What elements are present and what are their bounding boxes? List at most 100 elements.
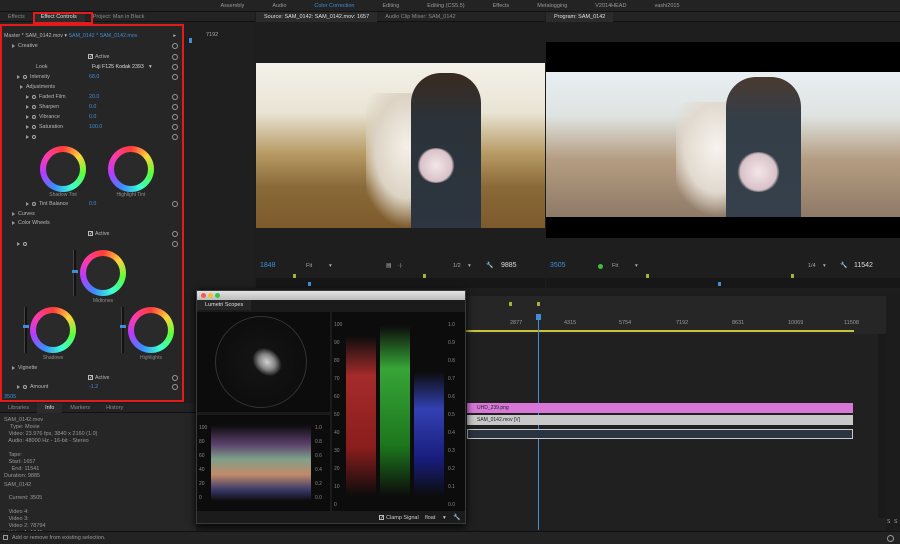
ruler-label: 8631	[732, 320, 745, 326]
tab-history[interactable]: History	[98, 403, 131, 413]
marker-icon	[537, 302, 540, 306]
clip-label: UHD_239.png	[477, 405, 509, 411]
program-fit-select[interactable]: Fit	[612, 263, 618, 269]
source-scrub-bar[interactable]	[256, 274, 545, 288]
ruler-label: 2877	[510, 320, 523, 326]
bouquet	[736, 152, 781, 192]
source-video-frame[interactable]	[256, 63, 545, 228]
ruler-label: 5754	[619, 320, 632, 326]
workspace-assembly[interactable]: Assembly	[206, 3, 258, 9]
program-video-frame[interactable]	[546, 42, 900, 238]
meter-label: S	[894, 519, 898, 525]
tab-markers[interactable]: Markers	[62, 403, 98, 413]
workspace-effects[interactable]: Effects	[479, 3, 524, 9]
program-duration: 11542	[854, 262, 873, 269]
status-bar: Add or remove from existing selection.	[0, 531, 900, 544]
audio-meter: S S	[886, 296, 900, 530]
workspace-editing[interactable]: Editing	[368, 3, 413, 9]
program-monitor: 3505 Fit ▾ 1/4 ▾ 🔧 11542	[546, 22, 900, 290]
wrench-icon[interactable]: 🔧	[453, 514, 460, 521]
info-sequence-name: SAM_0142	[4, 482, 32, 488]
info-clip-name: SAM_0142.mov	[4, 417, 44, 423]
insert-icon[interactable]: ·|·	[398, 263, 403, 269]
ruler-label: 11508	[844, 320, 859, 326]
workspace-v2014head[interactable]: V2014HEAD	[581, 3, 640, 9]
wrench-icon[interactable]: 🔧	[840, 262, 847, 269]
tab-program[interactable]: Program: SAM_0142	[546, 11, 614, 22]
marker-icon	[293, 274, 296, 278]
clamp-signal-label: Clamp Signal	[386, 515, 419, 521]
clip-label: SAM_0142.mov [V]	[477, 417, 521, 423]
workspace-vashi2015[interactable]: vashi2015	[640, 3, 693, 9]
tab-project[interactable]: Project: Man in Black	[85, 12, 153, 22]
highlight-box-tab	[33, 12, 93, 24]
highlight-box-panel	[0, 24, 184, 402]
timeline-scrollbar[interactable]	[878, 334, 886, 518]
tab-effects[interactable]: Effects	[0, 12, 33, 22]
dropdown-icon[interactable]: ▾	[443, 515, 446, 521]
ruler-label: 7192	[676, 320, 689, 326]
marker-icon	[646, 274, 649, 278]
dropdown-icon[interactable]: ▾	[635, 263, 638, 269]
work-area-bar[interactable]	[466, 330, 854, 332]
workspace-editing-cs5-5-[interactable]: Editing (CS5.5)	[413, 3, 478, 9]
tab-source[interactable]: Source: SAM_0142: SAM_0142.mov: 1657	[256, 11, 378, 22]
waveform-left-ticks: 100 80 60 40 20 0	[199, 425, 208, 501]
meter-label: S	[887, 519, 891, 525]
waveform-right-ticks: 1.0 0.8 0.6 0.4 0.2 0.0	[315, 425, 322, 501]
program-timecode[interactable]: 3505	[550, 262, 566, 269]
workspace-bar: Assembly Audio Color Correction Editing Edit…	[0, 0, 900, 12]
dropdown-icon[interactable]: ▾	[468, 263, 471, 269]
program-scrub-bar[interactable]	[546, 274, 900, 288]
playhead-handle[interactable]	[536, 314, 541, 320]
parade-green	[380, 326, 410, 496]
parade-right-ticks: 1.0 0.9 0.8 0.7 0.6 0.5 0.4 0.3 0.2 0.1 …	[448, 322, 455, 508]
source-duration: 9885	[501, 262, 517, 269]
source-timecode[interactable]: 1848	[260, 262, 276, 269]
tab-info[interactable]: Info	[37, 402, 63, 413]
marker-icon	[791, 274, 794, 278]
window-titlebar[interactable]	[197, 291, 465, 300]
source-monitor: 1848 Fit ▾ ▤ ·|· 1/2 ▾ 🔧 9885	[256, 22, 545, 290]
ec-time-label: 7192	[206, 32, 219, 38]
tab-lumetri-scopes[interactable]: Lumetri Scopes	[197, 300, 252, 310]
lumetri-scopes-window: Lumetri Scopes 100 80 60 40 20 0 1.0 0.8…	[196, 290, 466, 524]
program-resolution-select[interactable]: 1/4	[808, 263, 816, 269]
tab-audio-clip-mixer[interactable]: Audio Clip Mixer: SAM_0142	[377, 12, 463, 22]
parade-left-ticks: 100 90 80 70 60 50 40 30 20 10 0	[334, 322, 343, 508]
dropdown-icon[interactable]: ▾	[329, 263, 332, 269]
audio-clip[interactable]	[467, 429, 853, 439]
workspace-audio[interactable]: Audio	[258, 3, 300, 9]
workspace-color-correction[interactable]: Color Correction	[300, 3, 368, 9]
source-tab-bar: Source: SAM_0142: SAM_0142.mov: 1657 Aud…	[256, 11, 545, 22]
settings-icon[interactable]: ▤	[386, 262, 392, 269]
close-icon[interactable]	[201, 293, 206, 298]
minimize-icon[interactable]	[208, 293, 213, 298]
wrench-icon[interactable]: 🔧	[486, 262, 493, 269]
ec-playhead[interactable]	[189, 38, 192, 43]
source-fit-select[interactable]: Fit	[306, 263, 312, 269]
timeline-ruler[interactable]: 2877 4315 5754 7192 8631 10069 11508	[466, 296, 886, 334]
program-playhead[interactable]	[718, 282, 721, 286]
workspace-metalogging[interactable]: Metalogging	[523, 3, 581, 9]
vectorscope	[197, 312, 330, 412]
dismiss-icon[interactable]	[887, 535, 894, 542]
ruler-label: 4315	[564, 320, 577, 326]
program-image	[546, 72, 900, 217]
bouquet	[416, 148, 456, 183]
clip-sam-0142[interactable]: SAM_0142.mov [V]	[467, 415, 853, 425]
clip-uhd-239[interactable]: UHD_239.png	[467, 403, 853, 413]
tab-libraries[interactable]: Libraries	[0, 403, 37, 413]
waveform-scope: 100 80 60 40 20 0 1.0 0.8 0.6 0.4 0.2 0.…	[197, 415, 330, 511]
status-dot-icon	[598, 264, 603, 269]
info-clip-details: Type: Movie Video: 23.976 fps, 3840 x 21…	[4, 424, 98, 479]
status-icon	[3, 535, 8, 540]
source-resolution-select[interactable]: 1/2	[453, 263, 461, 269]
zoom-icon[interactable]	[215, 293, 220, 298]
parade-blue	[414, 372, 444, 496]
source-playhead[interactable]	[308, 282, 311, 286]
parade-red	[346, 336, 376, 496]
dropdown-icon[interactable]: ▾	[823, 263, 826, 269]
clamp-signal-checkbox[interactable]: ✓ Clamp Signal	[379, 515, 419, 521]
float-select[interactable]: float	[425, 515, 435, 521]
